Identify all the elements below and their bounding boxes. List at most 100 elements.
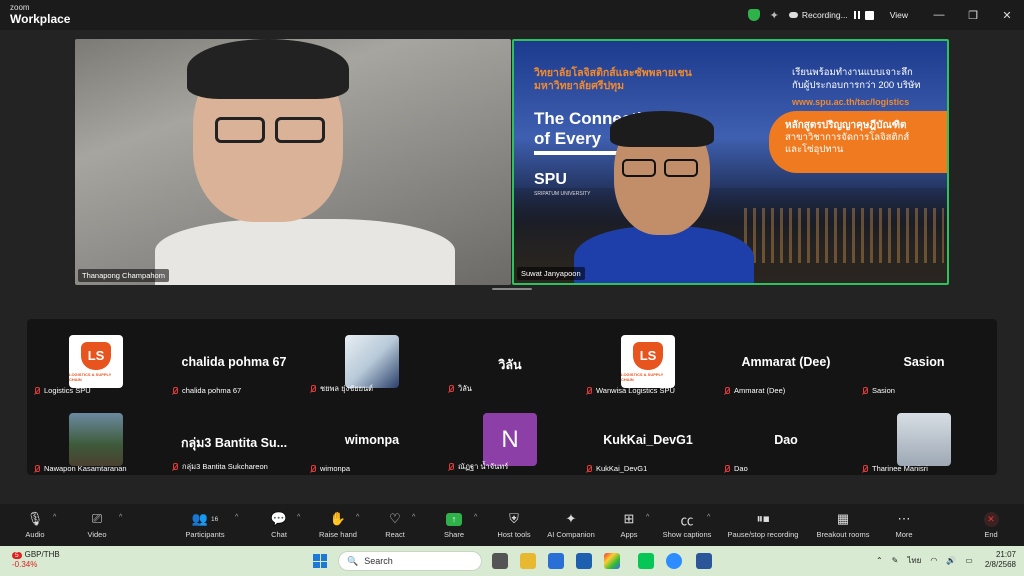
restore-icon[interactable]: ❐ [956,9,990,22]
participant-tile[interactable]: Tharinee Manisri [855,401,993,475]
more-button[interactable]: ⋯ More [890,510,918,539]
battery-icon[interactable]: ▭ [965,556,973,565]
react-options-chevron-icon[interactable]: ^ [412,514,415,521]
file-explorer-icon[interactable] [520,553,536,569]
mic-muted-icon [723,386,730,395]
captions-options-chevron-icon[interactable]: ^ [707,514,710,521]
pause-icon[interactable] [853,11,860,19]
pen-icon[interactable]: ✎ [892,556,899,565]
participant-label: Nawapon Kasamtaranan [44,464,127,473]
host-tools-button[interactable]: ⛨ Host tools [494,510,534,539]
participant-tile[interactable]: LS LOGISTICS & SUPPLY CHAIN Wanwisa Logi… [579,323,717,397]
apps-button[interactable]: ⊞ Apps [616,510,642,539]
share-screen-icon: ↑ [446,512,462,526]
meeting-toolbar: 🎙 Audio ^ ⎚ Video ^ 👥 16 Participants ^ 💬… [0,504,1024,546]
participant-label: Logistics SPU [44,386,91,395]
poster-avatar [345,335,399,388]
participant-label: chalida pohma 67 [182,386,242,395]
mic-muted-icon [171,386,178,395]
chat-options-chevron-icon[interactable]: ^ [297,514,300,521]
chrome-icon[interactable] [604,553,620,569]
react-button[interactable]: ♡ React [382,510,408,539]
participant-tile[interactable]: Nawapon Kasamtaranan [27,401,165,475]
chevron-up-icon[interactable]: ⌃ [876,556,883,565]
mic-muted-icon [447,385,454,393]
show-captions-button[interactable]: ㏄ Show captions [660,510,714,540]
resize-handle[interactable] [492,288,532,290]
participant-gallery: LS LOGISTICS & SUPPLY CHAIN Logistics SP… [27,319,997,475]
participants-options-chevron-icon[interactable]: ^ [235,514,238,521]
participant-tile[interactable]: chalida pohma 67 chalida pohma 67 [165,323,303,397]
chat-button[interactable]: 💬 Chat [266,510,292,539]
audio-button[interactable]: 🎙 Audio [20,510,50,539]
mic-muted-icon [309,385,316,393]
line-icon[interactable] [638,553,654,569]
video-options-chevron-icon[interactable]: ^ [119,514,122,521]
participant-tile[interactable]: วิลัน วิลัน [441,323,579,397]
mic-muted-icon [33,464,40,473]
mic-muted-icon [447,463,454,471]
video-button[interactable]: ⎚ Video [82,510,112,539]
logistics-logo-avatar: LS LOGISTICS & SUPPLY CHAIN [69,335,123,388]
search-icon: 🔍 [347,555,359,566]
zoom-icon[interactable] [666,553,682,569]
wifi-icon[interactable]: ◠ [930,556,937,565]
host-shield-icon: ⛨ [509,511,519,526]
participant-tile[interactable]: ชยพล ยุ่งชัยยนต์ [303,323,441,397]
minimize-icon[interactable]: — [922,9,956,21]
recording-label: Recording... [801,10,848,20]
breakout-rooms-button[interactable]: ▦ Breakout rooms [812,510,874,539]
taskbar-search[interactable]: 🔍 Search [338,551,482,571]
participant-tile[interactable]: wimonpa wimonpa [303,401,441,475]
windows-start-icon[interactable] [313,554,327,568]
mic-muted-icon [861,386,868,395]
participant-tile[interactable]: กลุ่ม3 Bantita Su... กลุ่ม3 Bantita Sukc… [165,401,303,475]
recording-indicator[interactable]: Recording... [788,10,874,20]
pause-stop-recording-button[interactable]: ⏸⏹ Pause/stop recording [722,510,804,539]
raise-hand-button[interactable]: ✋ Raise hand [318,510,358,539]
participants-button[interactable]: 👥 16 Participants [182,510,228,539]
outlook-icon[interactable] [576,553,592,569]
participant-tile[interactable]: N ณัฏฐา น้ำจันทร์ [441,401,579,475]
participant-display-name: KukKai_DevG1 [603,433,693,447]
word-icon[interactable] [696,553,712,569]
close-icon[interactable]: ✕ [990,9,1024,22]
participant-label: Ammarat (Dee) [734,386,786,395]
raise-hand-options-chevron-icon[interactable]: ^ [356,514,359,521]
heart-icon: ♡ [389,511,401,526]
task-view-icon[interactable] [492,553,508,569]
stock-widget[interactable]: 5 GBP/THB -0.34% [12,550,60,570]
view-button[interactable]: View [890,10,908,20]
participant-tile[interactable]: Sasion Sasion [855,323,993,397]
apps-options-chevron-icon[interactable]: ^ [646,514,649,521]
shield-check-icon[interactable] [747,9,760,21]
breakout-grid-icon: ▦ [836,511,850,526]
participant-display-name: กลุ่ม3 Bantita Su... [180,436,288,450]
slide-right-text: เรียนพร้อมทำงานแบบเจาะลึก กับผู้ประกอบกา… [792,67,921,91]
participant-label: วิลัน [458,384,472,393]
video-tile-suwat[interactable]: วิทยาลัยโลจิสติกส์และซัพพลายเชน มหาวิทยา… [512,39,949,285]
participant-tile[interactable]: LS LOGISTICS & SUPPLY CHAIN Logistics SP… [27,323,165,397]
participant-label: Wanwisa Logistics SPU [596,386,675,395]
title-bar: zoom Workplace ✦ Recording... View — ❐ ✕ [0,0,1024,30]
cloud-icon [788,12,798,18]
video-tile-thanapong[interactable]: Thanapong Champahom [75,39,511,285]
participant-tile[interactable]: Dao Dao [717,401,855,475]
clock[interactable]: 21:07 2/8/2568 [985,550,1016,571]
speaker-icon[interactable]: 🔊 [946,556,956,565]
mic-muted-icon [861,464,868,473]
input-language[interactable]: ไทย [907,554,921,567]
letter-avatar: N [483,413,537,466]
participant-tile[interactable]: Ammarat (Dee) Ammarat (Dee) [717,323,855,397]
sparkle-icon[interactable]: ✦ [770,9,779,22]
ai-companion-button[interactable]: ✦ AI Companion [544,510,598,539]
stop-icon[interactable] [864,10,874,20]
share-button[interactable]: ↑ Share [441,510,467,539]
audio-options-chevron-icon[interactable]: ^ [53,514,56,521]
share-options-chevron-icon[interactable]: ^ [474,514,477,521]
end-button[interactable]: ✕ End [978,510,1004,539]
participant-label: KukKai_DevG1 [596,464,648,473]
participant-label: ณัฏฐา น้ำจันทร์ [458,462,509,471]
participant-tile[interactable]: KukKai_DevG1 KukKai_DevG1 [579,401,717,475]
store-icon[interactable] [548,553,564,569]
